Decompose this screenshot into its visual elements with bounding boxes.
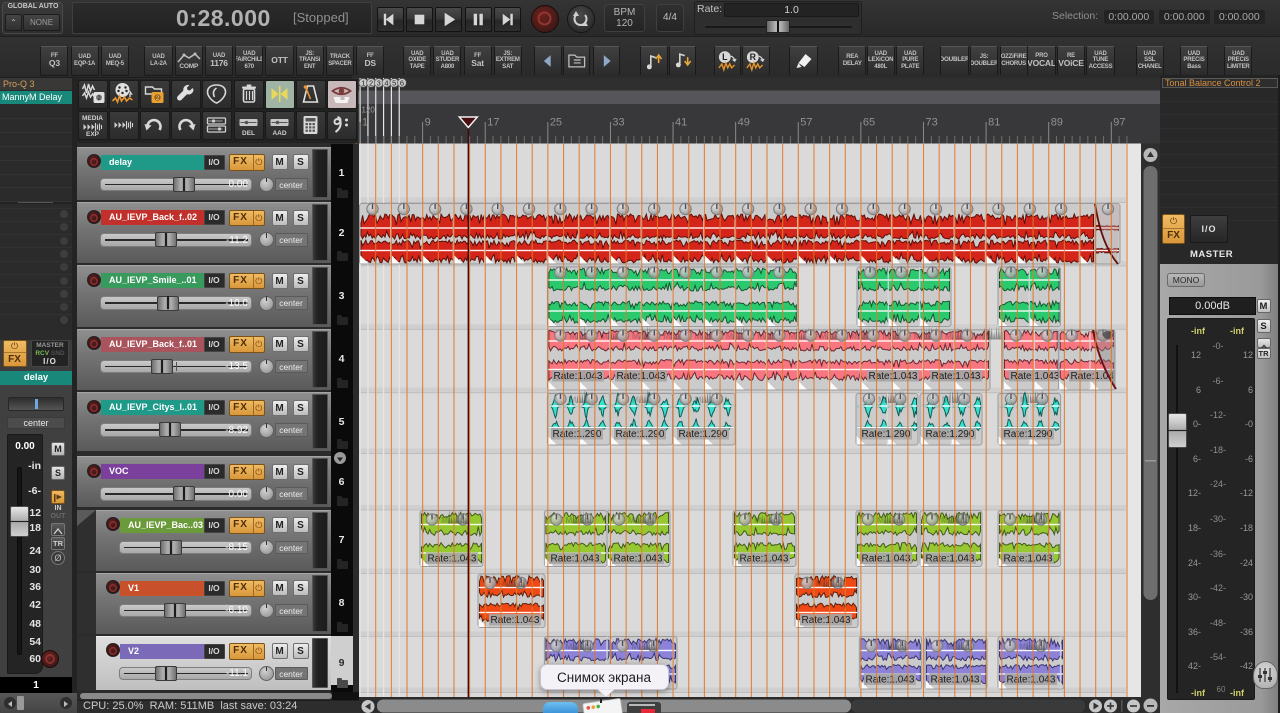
svg-text:97: 97 xyxy=(1113,117,1125,129)
svg-text:Rate:1.043: Rate:1.043 xyxy=(1004,554,1053,565)
svg-text:M: M xyxy=(757,331,764,341)
svg-text:EXP: EXP xyxy=(85,131,99,138)
svg-text:Rate:1.043: Rate:1.043 xyxy=(614,554,663,565)
svg-text:M: M xyxy=(663,331,670,341)
svg-text:M: M xyxy=(882,331,889,341)
svg-text:17: 17 xyxy=(487,117,499,129)
svg-text:M: M xyxy=(569,331,576,341)
svg-text:Rate:1.290: Rate:1.290 xyxy=(862,429,911,440)
svg-text:Rate:1.043: Rate:1.043 xyxy=(862,554,911,565)
svg-text:65: 65 xyxy=(863,117,875,129)
svg-text:81: 81 xyxy=(988,117,1000,129)
svg-text:M: M xyxy=(754,515,761,525)
svg-text:25: 25 xyxy=(550,117,562,129)
svg-text:M: M xyxy=(601,331,608,341)
svg-text:Rate:1.290: Rate:1.290 xyxy=(926,429,975,440)
svg-text:M: M xyxy=(946,642,953,652)
svg-text:M: M xyxy=(441,515,448,525)
svg-text:M: M xyxy=(789,331,796,341)
svg-text:M: M xyxy=(851,331,858,341)
svg-text:41: 41 xyxy=(675,117,687,129)
svg-text:M: M xyxy=(1020,395,1027,405)
svg-text:M: M xyxy=(945,331,952,341)
svg-text:M: M xyxy=(820,331,827,341)
svg-text:M: M xyxy=(877,515,884,525)
svg-text:57: 57 xyxy=(800,117,812,129)
svg-text:M: M xyxy=(726,331,733,341)
svg-text:L: L xyxy=(722,52,728,62)
svg-text:M: M xyxy=(878,395,885,405)
svg-text:M: M xyxy=(628,515,635,525)
svg-text:Rate:1.043: Rate:1.043 xyxy=(869,371,918,382)
svg-text:M: M xyxy=(565,642,572,652)
svg-text:1: 1 xyxy=(362,117,368,129)
svg-text:73: 73 xyxy=(925,117,937,129)
svg-text:M: M xyxy=(942,395,949,405)
svg-text:2: 2 xyxy=(369,79,373,88)
svg-text:MEDIA: MEDIA xyxy=(82,115,103,122)
svg-text:M: M xyxy=(632,331,639,341)
svg-text:Rate:1.043: Rate:1.043 xyxy=(926,554,975,565)
svg-text:M: M xyxy=(695,331,702,341)
svg-text:M: M xyxy=(976,331,983,341)
svg-text:33: 33 xyxy=(612,117,624,129)
svg-text:M: M xyxy=(565,515,572,525)
svg-text:M: M xyxy=(632,395,639,405)
svg-text:89: 89 xyxy=(1051,117,1063,129)
svg-text:M: M xyxy=(632,642,639,652)
svg-text:M: M xyxy=(1019,515,1026,525)
svg-text:2: 2 xyxy=(156,95,160,102)
svg-text:R: R xyxy=(750,52,757,62)
svg-text:49: 49 xyxy=(738,117,750,129)
svg-text:9: 9 xyxy=(425,117,431,129)
svg-text:M: M xyxy=(499,579,506,589)
svg-text:M: M xyxy=(941,515,948,525)
svg-text:5: 5 xyxy=(392,79,396,88)
svg-text:Rate:1.043: Rate:1.043 xyxy=(554,371,603,382)
svg-text:Rate:1.043: Rate:1.043 xyxy=(740,554,789,565)
svg-text:M: M xyxy=(914,331,921,341)
svg-text:6: 6 xyxy=(400,79,404,88)
svg-text:DEL: DEL xyxy=(242,130,255,137)
svg-text:4: 4 xyxy=(384,79,388,88)
svg-text:3: 3 xyxy=(377,79,381,88)
svg-text:Rate:1.043: Rate:1.043 xyxy=(551,554,600,565)
svg-text:M: M xyxy=(880,642,887,652)
svg-text:1: 1 xyxy=(361,79,365,88)
svg-text:Rate:1.290: Rate:1.290 xyxy=(1004,429,1053,440)
svg-text:Rate:1.043: Rate:1.043 xyxy=(617,371,666,382)
svg-text:M: M xyxy=(569,395,576,405)
svg-text:M: M xyxy=(816,579,823,589)
svg-text:AAD: AAD xyxy=(272,130,286,137)
svg-text:Rate:1.043: Rate:1.043 xyxy=(802,615,851,626)
svg-text:M: M xyxy=(1019,642,1026,652)
svg-text:M: M xyxy=(695,395,702,405)
svg-text:120: 120 xyxy=(362,106,376,115)
